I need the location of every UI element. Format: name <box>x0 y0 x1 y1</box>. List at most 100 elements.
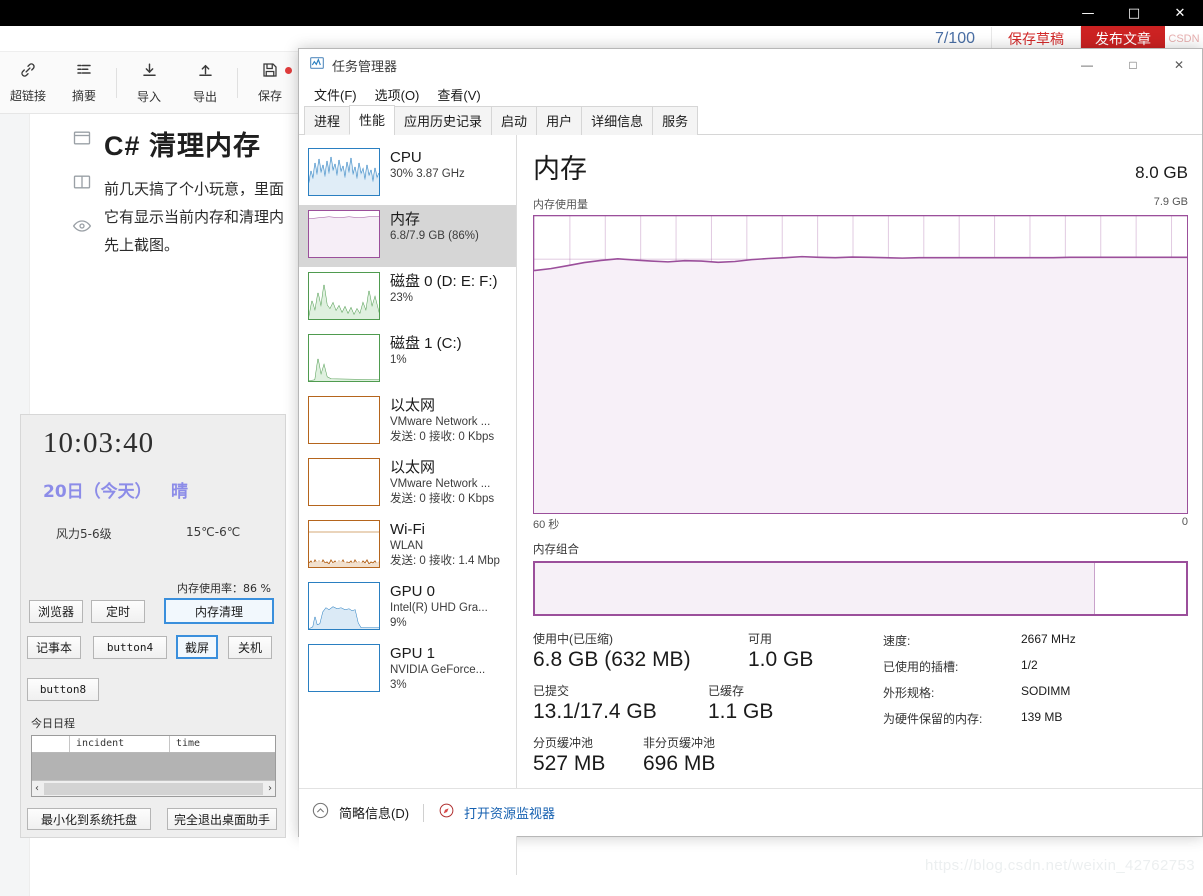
resource-name: CPU <box>390 149 422 166</box>
task-manager-close-button[interactable]: ✕ <box>1156 49 1202 80</box>
spec-value: 1/2 <box>1021 658 1038 672</box>
resource-name: 磁盘 0 (D: E: F:) <box>390 273 498 290</box>
toolbar-export-button[interactable]: 导出 <box>177 61 233 105</box>
resource-item-ethernet-2[interactable]: 以太网 VMware Network ... 发送: 0 接收: 0 Kbps <box>299 453 516 515</box>
scroll-left-arrow[interactable]: ‹ <box>32 783 42 794</box>
resource-item-wifi[interactable]: Wi-Fi WLAN 发送: 0 接收: 1.4 Mbp <box>299 515 516 577</box>
tab-processes[interactable]: 进程 <box>304 106 351 135</box>
widget-button-button4[interactable]: button4 <box>93 636 167 659</box>
spec-value: 2667 MHz <box>1021 632 1076 646</box>
resource-utilization: 9% <box>390 617 407 629</box>
stat-row: 分页缓冲池 527 MB 非分页缓冲池 696 MB <box>533 734 883 776</box>
resource-throughput: 发送: 0 接收: 1.4 Mbp <box>390 555 500 567</box>
widget-button-browser[interactable]: 浏览器 <box>29 600 83 623</box>
resource-name: 以太网 <box>390 459 436 476</box>
tab-startup[interactable]: 启动 <box>491 106 538 135</box>
memory-composition-bar[interactable] <box>533 561 1188 616</box>
preview-eye-icon[interactable] <box>72 216 92 241</box>
resource-item-ethernet-1[interactable]: 以太网 VMware Network ... 发送: 0 接收: 0 Kbps <box>299 391 516 453</box>
stat-committed: 已提交 13.1/17.4 GB <box>533 682 708 724</box>
menu-options[interactable]: 选项(O) <box>368 83 427 106</box>
widget-button-notepad[interactable]: 记事本 <box>27 636 81 659</box>
stat-value: 6.8 GB (632 MB) <box>533 648 691 671</box>
resource-detail: Intel(R) UHD Gra... <box>390 602 488 614</box>
fewer-details-button[interactable]: 简略信息(D) <box>339 803 409 822</box>
widget-button-exit-assistant[interactable]: 完全退出桌面助手 <box>167 808 277 830</box>
toolbar-link-button[interactable]: 超链接 <box>0 61 56 104</box>
table-horizontal-scrollbar[interactable]: ‹ › <box>32 780 275 796</box>
export-icon <box>196 61 215 85</box>
resource-detail: 6.8/7.9 GB (86%) <box>390 230 479 242</box>
resource-item-cpu[interactable]: CPU 30% 3.87 GHz <box>299 143 516 205</box>
memory-total: 8.0 GB <box>1135 163 1188 182</box>
article-paragraph: 前几天搞了个小玩意，里面 <box>104 181 285 198</box>
menu-view[interactable]: 查看(V) <box>430 83 487 106</box>
spec-label: 已使用的插槽: <box>883 660 959 674</box>
collapse-chevron-up-icon[interactable] <box>311 801 330 825</box>
browser-maximize-button[interactable]: □ <box>1111 0 1157 26</box>
resource-item-text: 内存 6.8/7.9 GB (86%) <box>390 210 479 244</box>
resource-item-disk1[interactable]: 磁盘 1 (C:) 1% <box>299 329 516 391</box>
memory-graph-max: 7.9 GB <box>1153 196 1188 208</box>
summary-icon <box>75 61 93 84</box>
menu-file[interactable]: 文件(F) <box>307 83 364 106</box>
spec-row: 为硬件保留的内存: 139 MB <box>883 710 1188 727</box>
widget-memory-usage-label: 内存使用率： <box>177 582 244 595</box>
tab-services[interactable]: 服务 <box>652 106 699 135</box>
browser-minimize-button[interactable]: — <box>1065 0 1111 26</box>
open-resource-monitor-link[interactable]: 打开资源监视器 <box>464 803 555 822</box>
pane-top-icon[interactable] <box>72 128 92 153</box>
import-icon <box>140 61 159 85</box>
resource-monitor-icon[interactable] <box>438 802 455 824</box>
task-manager-menubar: 文件(F) 选项(O) 查看(V) <box>299 81 1202 107</box>
tab-app-history[interactable]: 应用历史记录 <box>394 106 493 135</box>
resource-item-gpu0[interactable]: GPU 0 Intel(R) UHD Gra... 9% <box>299 577 516 639</box>
widget-button-button8[interactable]: button8 <box>27 678 99 701</box>
table-header-cell <box>32 736 70 752</box>
toolbar-save-button[interactable]: 保存 <box>242 61 298 104</box>
stat-in-use: 使用中(已压缩) 6.8 GB (632 MB) <box>533 630 748 672</box>
widget-schedule-table[interactable]: incident time ‹ › <box>31 735 276 797</box>
stat-paged-pool: 分页缓冲池 527 MB <box>533 734 643 776</box>
widget-schedule-label: 今日日程 <box>31 717 75 730</box>
cpu-sparkline <box>308 148 380 196</box>
article-content[interactable]: C# 清理内存 前几天搞了个小玩意，里面 它有显示当前内存和清理内 先上截图。 <box>104 124 304 259</box>
memory-detail-header: 内存 8.0 GB <box>533 147 1188 186</box>
footer-divider <box>423 803 425 822</box>
scrollbar-thumb[interactable] <box>44 782 263 795</box>
task-manager-maximize-button[interactable]: □ <box>1110 49 1156 80</box>
stat-row: 使用中(已压缩) 6.8 GB (632 MB) 可用 1.0 GB <box>533 630 883 672</box>
tab-details[interactable]: 详细信息 <box>581 106 654 135</box>
toolbar-summary-button[interactable]: 摘要 <box>56 61 112 104</box>
resource-detail: VMware Network ... <box>390 478 491 490</box>
task-manager-minimize-button[interactable]: — <box>1064 49 1110 80</box>
spec-label: 速度: <box>883 634 911 648</box>
resource-item-memory[interactable]: 内存 6.8/7.9 GB (86%) <box>299 205 516 267</box>
widget-button-memory-clean[interactable]: 内存清理 <box>164 598 274 624</box>
editor-body: C# 清理内存 前几天搞了个小玩意，里面 它有显示当前内存和清理内 先上截图。 … <box>0 114 298 896</box>
widget-button-minimize-tray[interactable]: 最小化到系统托盘 <box>27 808 151 830</box>
toolbar-summary-label: 摘要 <box>71 89 96 103</box>
toolbar-link-label: 超链接 <box>9 89 46 103</box>
toolbar-divider <box>237 67 238 98</box>
resource-utilization: 3% <box>390 679 407 691</box>
task-manager-titlebar[interactable]: 任务管理器 — □ ✕ <box>299 49 1202 81</box>
memory-stats-left: 使用中(已压缩) 6.8 GB (632 MB) 可用 1.0 GB 已提交 1… <box>533 630 883 786</box>
toolbar-import-button[interactable]: 导入 <box>121 61 177 105</box>
split-view-icon[interactable] <box>72 172 92 197</box>
resource-list[interactable]: CPU 30% 3.87 GHz 内存 6.8/7.9 GB (86%) 磁盘 … <box>299 135 517 875</box>
resource-item-disk0[interactable]: 磁盘 0 (D: E: F:) 23% <box>299 267 516 329</box>
composition-available <box>1094 563 1186 614</box>
resource-throughput: 发送: 0 接收: 0 Kbps <box>390 431 495 443</box>
browser-close-button[interactable]: ✕ <box>1157 0 1203 26</box>
widget-button-screenshot[interactable]: 截屏 <box>176 635 218 659</box>
gpu0-sparkline <box>308 582 380 630</box>
tab-users[interactable]: 用户 <box>536 106 583 135</box>
scroll-right-arrow[interactable]: › <box>265 783 275 794</box>
widget-button-shutdown[interactable]: 关机 <box>228 636 272 659</box>
disk0-sparkline <box>308 272 380 320</box>
resource-item-gpu1[interactable]: GPU 1 NVIDIA GeForce... 3% <box>299 639 516 701</box>
tab-performance[interactable]: 性能 <box>349 105 396 135</box>
widget-button-timer[interactable]: 定时 <box>91 600 145 623</box>
resource-name: Wi-Fi <box>390 521 425 538</box>
